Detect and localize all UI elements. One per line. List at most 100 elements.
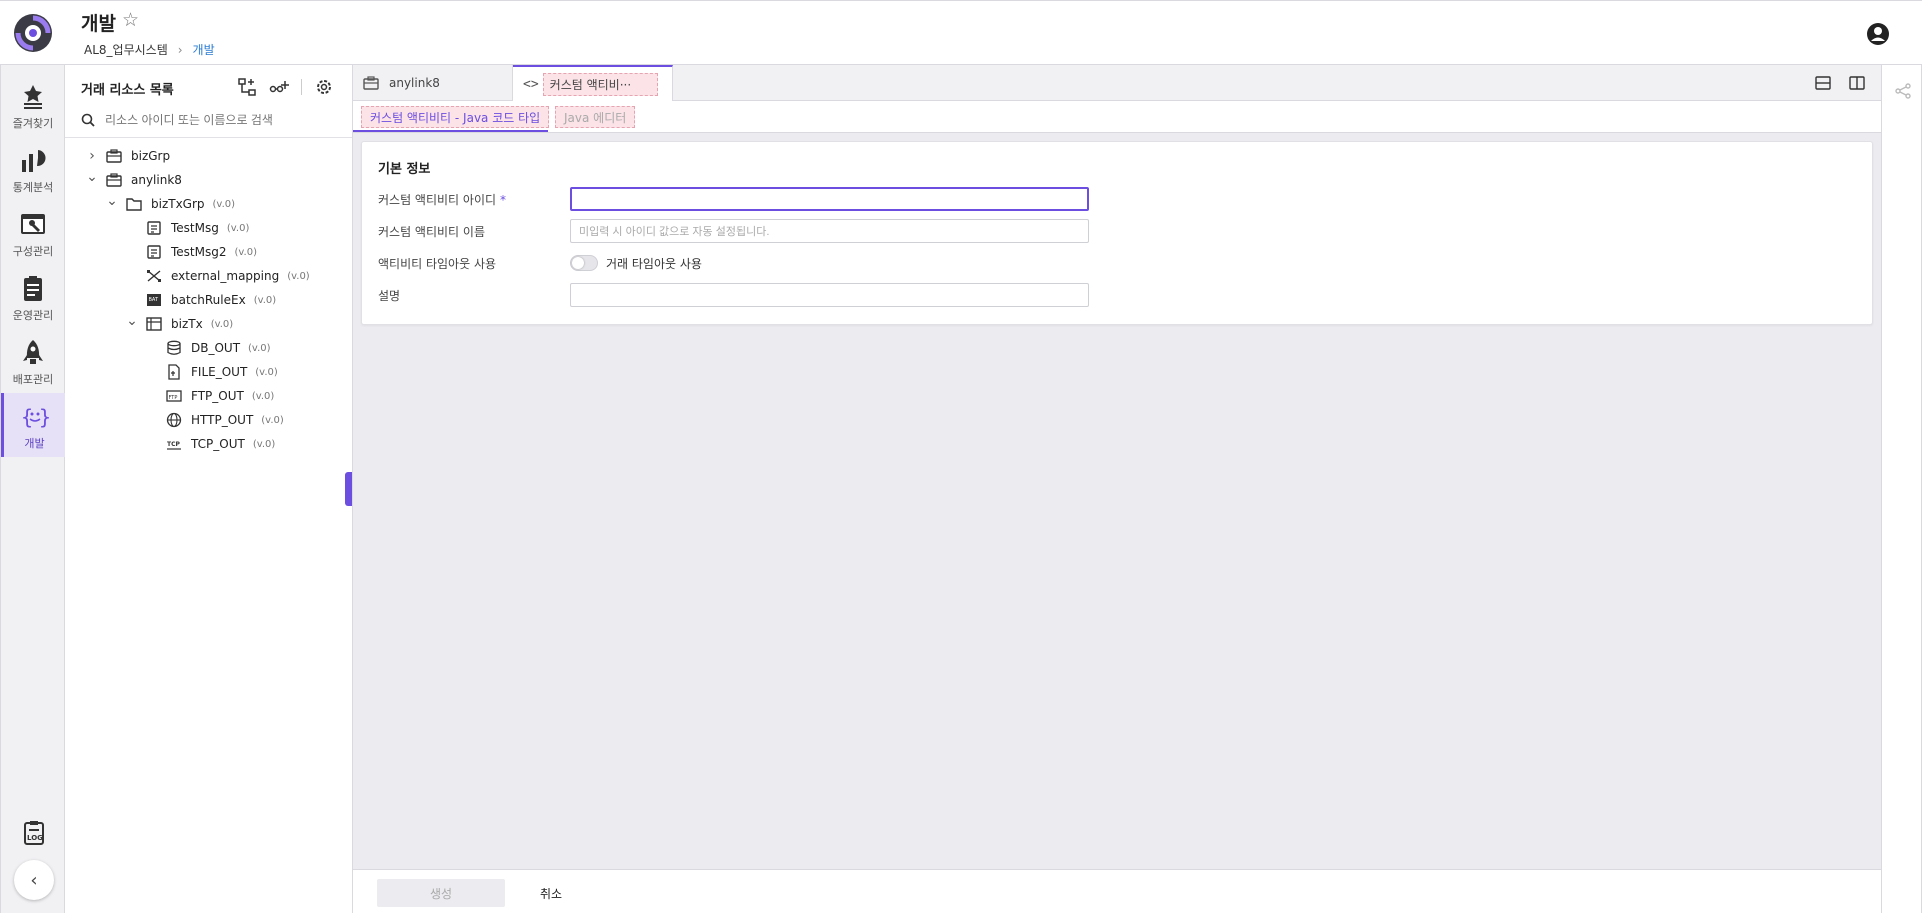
nav-item-label: 즐겨찾기 xyxy=(12,117,54,130)
activity-id-input[interactable] xyxy=(570,187,1089,211)
editor-area: anylink8 <> 커스텀 액티비··· 커스텀 액티비티 - Java 코… xyxy=(353,65,1881,913)
tree-item-name: FILE_OUT xyxy=(191,365,248,379)
tree-item[interactable]: HTTP_OUT (v.0) xyxy=(65,408,352,432)
nav-item-favorites[interactable]: 즐겨찾기 xyxy=(1,73,65,137)
description-input[interactable] xyxy=(570,283,1089,307)
field-row-timeout: 액티비티 타임아웃 사용 거래 타임아웃 사용 xyxy=(378,251,1858,275)
activity-name-input[interactable]: 미입력 시 아이디 값으로 자동 설정됩니다. xyxy=(570,219,1089,243)
resource-tree: › bizGrp ⌄ anylink8 ⌄ bizTxGrp (v.0) TestMsg (v.… xyxy=(65,144,352,456)
tree-item-version: (v.0) xyxy=(248,342,271,354)
tree-item-version: (v.0) xyxy=(210,318,234,330)
subtab-java-editor[interactable]: Java 에디터 xyxy=(555,106,636,128)
collapse-nav-button[interactable]: ‹ xyxy=(14,860,54,900)
cancel-button[interactable]: 취소 xyxy=(521,879,581,907)
share-network-icon[interactable] xyxy=(1894,82,1912,100)
search-icon xyxy=(81,113,95,127)
chevron-left-icon: ‹ xyxy=(30,869,38,891)
nav-item-operations[interactable]: 운영관리 xyxy=(1,265,65,329)
nav-item-statistics[interactable]: 통계분석 xyxy=(1,137,65,201)
tree-item[interactable]: TestMsg (v.0) xyxy=(65,216,352,240)
log-icon[interactable]: LOG xyxy=(21,820,47,846)
field-row-name: 커스텀 액티비티 이름 미입력 시 아이디 값으로 자동 설정됩니다. xyxy=(378,219,1858,243)
create-button[interactable]: 생성 xyxy=(377,879,505,907)
basic-info-card: 기본 정보 커스텀 액티비티 아이디 * 커스텀 액티비티 이름 미입력 시 아이… xyxy=(361,141,1873,325)
tree-item[interactable]: BAT batchRuleEx (v.0) xyxy=(65,288,352,312)
batch-icon: BAT xyxy=(145,292,163,308)
briefcase-icon xyxy=(363,76,379,90)
resource-panel: 거래 리소스 목록 › bizGrp ⌄ anylink8 ⌄ bizTxGrp (v.0)… xyxy=(65,65,353,913)
breadcrumb-item-root[interactable]: AL8_업무시스템 xyxy=(84,41,168,58)
tab-custom-activity[interactable]: <> 커스텀 액티비··· xyxy=(513,65,673,102)
breadcrumb-item-current[interactable]: 개발 xyxy=(193,41,215,58)
editor-tabbar: anylink8 <> 커스텀 액티비··· xyxy=(353,65,1881,102)
tree-item[interactable]: ⌄ bizTx (v.0) xyxy=(65,312,352,336)
svg-text:}: } xyxy=(39,405,50,429)
resource-search-input[interactable] xyxy=(105,113,325,127)
tree-item[interactable]: TestMsg2 (v.0) xyxy=(65,240,352,264)
add-flow-icon[interactable] xyxy=(269,77,289,97)
app-logo-icon[interactable] xyxy=(12,12,54,54)
tree-item[interactable]: ⌄ anylink8 xyxy=(65,168,352,192)
tree-item-name: bizTx xyxy=(171,317,203,331)
editor-footer: 생성 취소 xyxy=(353,869,1881,913)
resource-panel-title: 거래 리소스 목록 xyxy=(81,83,174,98)
folder-icon xyxy=(125,196,143,212)
required-mark: * xyxy=(500,192,507,207)
subtab-java-code-type[interactable]: 커스텀 액티비티 - Java 코드 타입 xyxy=(361,106,550,128)
top-header: 개발 ☆ AL8_업무시스템 › 개발 xyxy=(0,0,1922,65)
tree-expand-icon[interactable] xyxy=(237,77,257,97)
code-brackets-icon: <> xyxy=(523,77,539,92)
favorite-star-icon[interactable]: ☆ xyxy=(122,9,139,31)
tree-item-name: bizTxGrp xyxy=(151,197,205,211)
svg-text:LOG: LOG xyxy=(27,834,43,842)
deploy-rocket-icon xyxy=(23,340,43,364)
tree-item[interactable]: DB_OUT (v.0) xyxy=(65,336,352,360)
tab-anylink8[interactable]: anylink8 xyxy=(353,65,513,101)
split-horizontal-icon[interactable] xyxy=(1814,74,1832,92)
chevron-right-icon[interactable]: › xyxy=(85,148,99,164)
tree-item-version: (v.0) xyxy=(251,390,275,402)
field-row-id: 커스텀 액티비티 아이디 * xyxy=(378,187,1858,211)
dev-code-icon: {} xyxy=(21,405,50,429)
tree-item[interactable]: ⌄ bizTxGrp (v.0) xyxy=(65,192,352,216)
nav-item-config[interactable]: 구성관리 xyxy=(1,201,65,265)
tree-item-version: (v.0) xyxy=(261,414,284,426)
message-icon xyxy=(145,244,163,260)
field-label-timeout: 액티비티 타임아웃 사용 xyxy=(378,256,497,271)
panel-resize-handle[interactable] xyxy=(345,472,352,506)
chevron-down-icon[interactable]: ⌄ xyxy=(85,169,99,185)
svg-text:FTP: FTP xyxy=(169,395,178,401)
tree-item[interactable]: FILE_OUT (v.0) xyxy=(65,360,352,384)
message-icon xyxy=(145,220,163,236)
nav-item-label: 개발 xyxy=(24,437,45,450)
nav-item-dev[interactable]: {} 개발 xyxy=(1,393,65,457)
breadcrumb: AL8_업무시스템 › 개발 xyxy=(84,41,215,58)
tree-item[interactable]: › bizGrp xyxy=(65,144,352,168)
briefcase-icon xyxy=(105,172,123,188)
chevron-down-icon[interactable]: ⌄ xyxy=(105,193,119,209)
tree-item-name: TCP_OUT xyxy=(191,437,245,451)
nav-item-deploy[interactable]: 배포관리 xyxy=(1,329,65,393)
tree-item[interactable]: external_mapping (v.0) xyxy=(65,264,352,288)
timeout-toggle[interactable] xyxy=(570,255,598,271)
field-label-id: 커스텀 액티비티 아이디 * xyxy=(378,191,570,208)
chevron-down-icon[interactable]: ⌄ xyxy=(125,313,139,329)
user-account-icon[interactable] xyxy=(1866,22,1890,46)
tree-item[interactable]: FTP FTP_OUT (v.0) xyxy=(65,384,352,408)
split-vertical-icon[interactable] xyxy=(1848,74,1866,92)
mapping-icon xyxy=(145,268,163,284)
tree-item-version: (v.0) xyxy=(252,438,276,450)
tab-label: anylink8 xyxy=(389,76,440,90)
field-label-text: 커스텀 액티비티 아이디 xyxy=(378,192,497,207)
database-icon xyxy=(165,340,183,356)
globe-icon xyxy=(165,412,183,428)
transaction-icon xyxy=(145,316,163,332)
tree-item-name: external_mapping xyxy=(171,269,280,283)
tree-item-name: anylink8 xyxy=(131,173,182,187)
editor-subtabbar: 커스텀 액티비티 - Java 코드 타입 Java 에디터 xyxy=(353,101,1881,133)
gear-icon[interactable] xyxy=(314,77,334,97)
active-subtab-indicator xyxy=(353,130,548,132)
tree-item[interactable]: TCP TCP_OUT (v.0) xyxy=(65,432,352,456)
tcp-icon: TCP xyxy=(165,436,183,452)
file-icon xyxy=(165,364,183,380)
